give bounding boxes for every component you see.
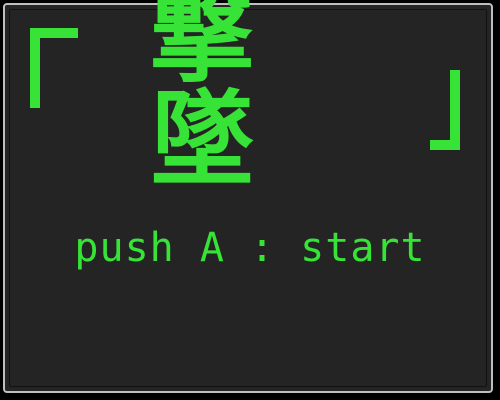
- game-screen: 撃墜 push A : start: [0, 0, 500, 400]
- corner-bracket-close-icon: [430, 70, 460, 150]
- title-area: 撃墜: [0, 0, 500, 201]
- corner-bracket-open-icon: [30, 28, 78, 108]
- game-title: 撃墜: [150, 0, 263, 201]
- start-prompt: push A : start: [74, 225, 426, 271]
